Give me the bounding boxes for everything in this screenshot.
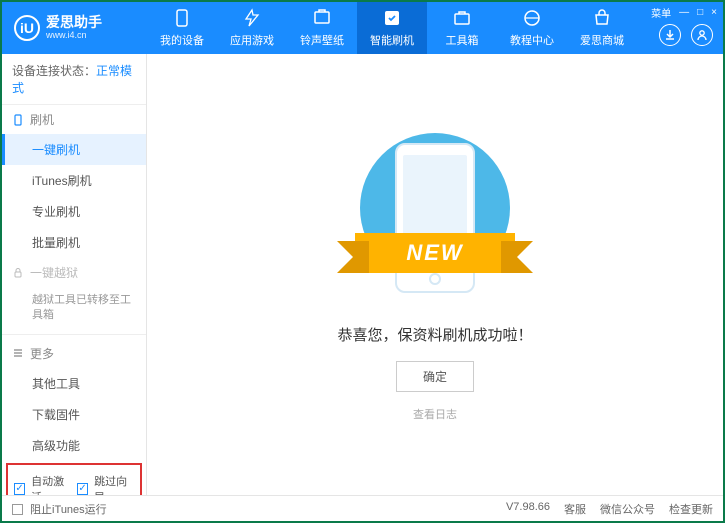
nav-label: 我的设备: [160, 32, 204, 48]
check-update-link[interactable]: 检查更新: [669, 501, 713, 517]
maximize-icon[interactable]: □: [697, 7, 703, 18]
block-itunes-label: 阻止iTunes运行: [30, 504, 107, 516]
minimize-icon[interactable]: —: [679, 7, 689, 18]
nav-label: 教程中心: [510, 32, 554, 48]
options-highlight-box: ✓ 自动激活 ✓ 跳过向导: [6, 463, 142, 495]
sidebar-item[interactable]: 批量刷机: [2, 227, 146, 258]
phone-icon: [12, 114, 24, 126]
sidebar-item[interactable]: 其他工具: [2, 368, 146, 399]
nav-tab-1[interactable]: 应用游戏: [217, 2, 287, 54]
wechat-link[interactable]: 微信公众号: [600, 501, 655, 517]
window-controls: 菜单 — □ ×: [651, 5, 717, 20]
nav-label: 应用游戏: [230, 32, 274, 48]
block-itunes-option[interactable]: 阻止iTunes运行: [12, 501, 107, 517]
sidebar-item[interactable]: 专业刷机: [2, 196, 146, 227]
brand-logo-icon: iU: [14, 15, 40, 41]
nav-icon: [522, 8, 542, 28]
nav-icon: [382, 8, 402, 28]
menu-icon[interactable]: 菜单: [651, 5, 671, 20]
titlebar: iU 爱思助手 www.i4.cn 我的设备 应用游戏 铃声壁纸 智能刷机 工具箱 教程中…: [2, 2, 723, 54]
sidebar: 设备连接状态：正常模式 刷机 一键刷机iTunes刷机专业刷机批量刷机 一键越狱…: [2, 54, 147, 495]
section-label: 更多: [30, 345, 54, 362]
brand-url: www.i4.cn: [46, 31, 102, 41]
download-icon[interactable]: [659, 24, 681, 46]
nav-label: 爱思商城: [580, 32, 624, 48]
nav-tab-2[interactable]: 铃声壁纸: [287, 2, 357, 54]
support-link[interactable]: 客服: [564, 501, 586, 517]
nav-icon: [452, 8, 472, 28]
checkbox-auto-activate[interactable]: ✓: [14, 483, 25, 495]
section-label: 一键越狱: [30, 264, 78, 281]
sidebar-section-flash[interactable]: 刷机: [2, 105, 146, 134]
ok-button[interactable]: 确定: [396, 361, 474, 392]
nav-icon: [312, 8, 332, 28]
main-content: NEW 恭喜您，保资料刷机成功啦！ 确定 查看日志: [147, 54, 723, 495]
nav-label: 铃声壁纸: [300, 32, 344, 48]
checkbox-skip-guide[interactable]: ✓: [77, 483, 88, 495]
sidebar-section-more[interactable]: 更多: [2, 339, 146, 368]
success-illustration: NEW: [350, 128, 520, 308]
user-icon[interactable]: [691, 24, 713, 46]
nav-tab-3[interactable]: 智能刷机: [357, 2, 427, 54]
nav-icon: [172, 8, 192, 28]
section-label: 刷机: [30, 111, 54, 128]
lock-icon: [12, 267, 24, 279]
nav-label: 智能刷机: [370, 32, 414, 48]
view-log-link[interactable]: 查看日志: [413, 406, 457, 422]
nav-tab-5[interactable]: 教程中心: [497, 2, 567, 54]
top-nav: 我的设备 应用游戏 铃声壁纸 智能刷机 工具箱 教程中心 爱思商城: [147, 2, 637, 54]
new-ribbon: NEW: [355, 233, 515, 273]
sidebar-item[interactable]: iTunes刷机: [2, 165, 146, 196]
nav-tab-4[interactable]: 工具箱: [427, 2, 497, 54]
app-window: iU 爱思助手 www.i4.cn 我的设备 应用游戏 铃声壁纸 智能刷机 工具箱 教程中…: [0, 0, 725, 523]
nav-tab-6[interactable]: 爱思商城: [567, 2, 637, 54]
success-message: 恭喜您，保资料刷机成功啦！: [337, 324, 532, 345]
skip-guide-label: 跳过向导: [94, 473, 134, 495]
connection-status: 设备连接状态：正常模式: [2, 54, 146, 105]
menu-lines-icon: [12, 347, 24, 359]
jailbreak-note: 越狱工具已转移至工具箱: [2, 287, 146, 330]
nav-icon: [242, 8, 262, 28]
close-icon[interactable]: ×: [711, 7, 717, 18]
footer: 阻止iTunes运行 V7.98.66 客服 微信公众号 检查更新: [2, 495, 723, 521]
auto-activate-label: 自动激活: [31, 473, 71, 495]
nav-label: 工具箱: [446, 32, 479, 48]
status-label: 设备连接状态：: [12, 64, 96, 78]
sidebar-item[interactable]: 高级功能: [2, 430, 146, 461]
brand: iU 爱思助手 www.i4.cn: [2, 15, 147, 41]
sidebar-section-jailbreak: 一键越狱: [2, 258, 146, 287]
checkbox-block-itunes[interactable]: [12, 504, 23, 515]
sidebar-item[interactable]: 下载固件: [2, 399, 146, 430]
nav-icon: [592, 8, 612, 28]
sidebar-item[interactable]: 一键刷机: [2, 134, 146, 165]
nav-tab-0[interactable]: 我的设备: [147, 2, 217, 54]
brand-name: 爱思助手: [46, 15, 102, 30]
version-label: V7.98.66: [506, 501, 550, 517]
